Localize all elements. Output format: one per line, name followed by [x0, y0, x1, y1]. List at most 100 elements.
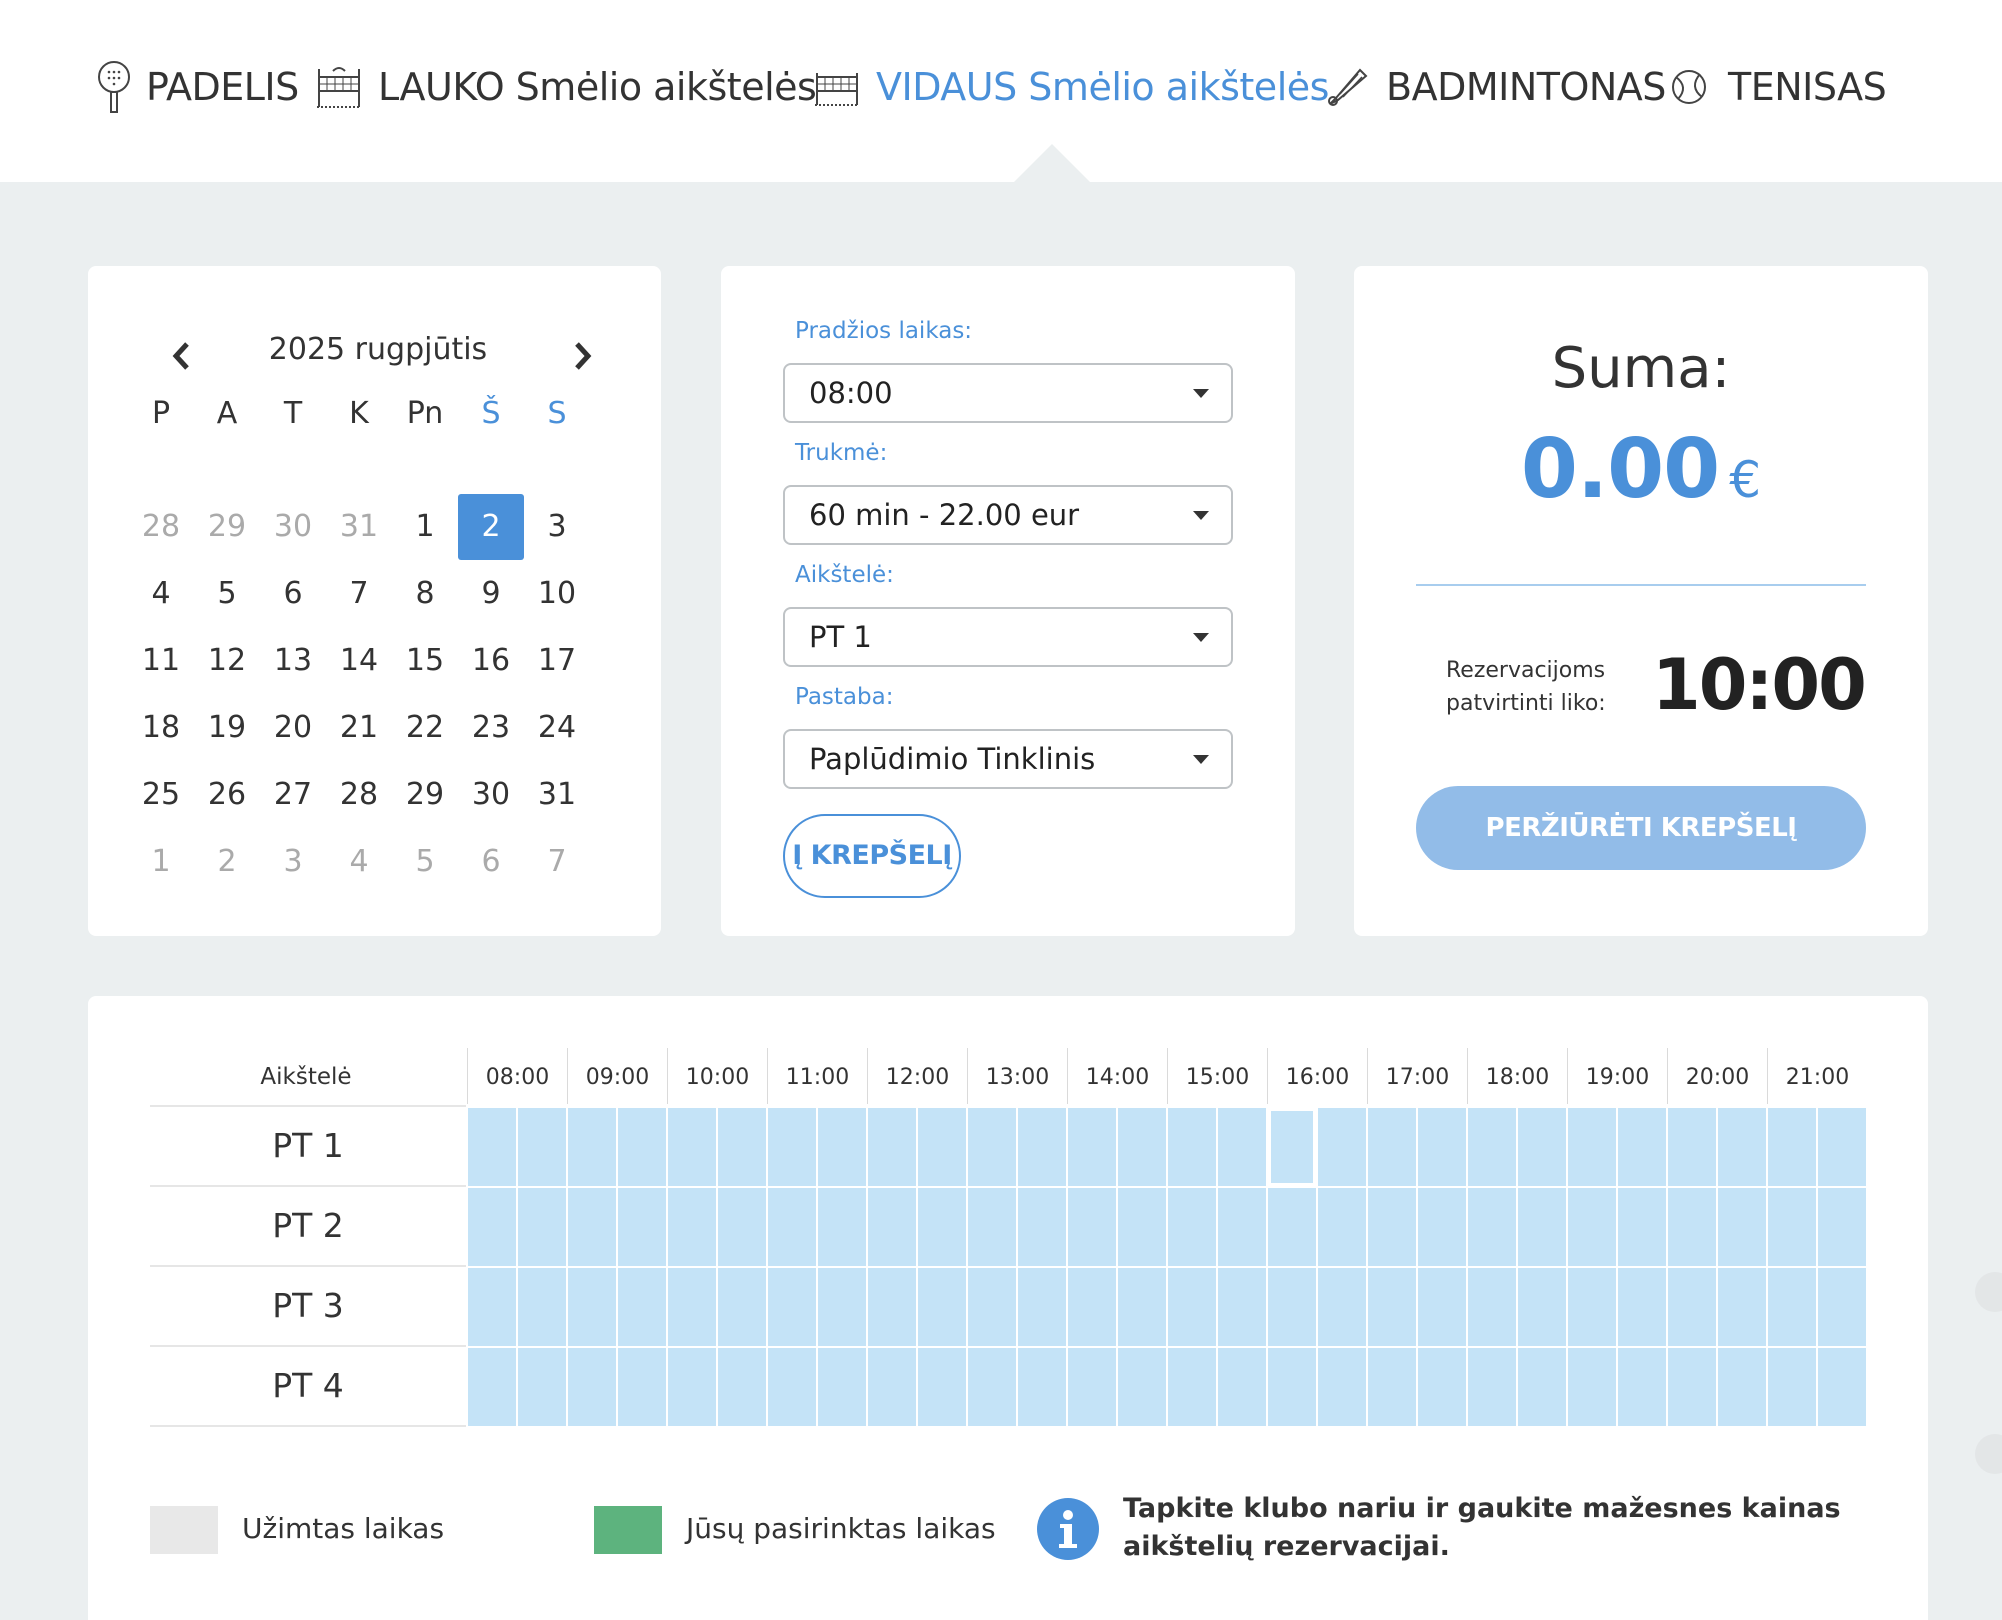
time-slot[interactable] — [1418, 1108, 1466, 1186]
time-slot[interactable] — [968, 1268, 1016, 1346]
calendar-day[interactable]: 13 — [260, 628, 326, 694]
time-slot[interactable] — [1218, 1188, 1266, 1266]
calendar-day[interactable]: 2 — [194, 829, 260, 895]
time-slot[interactable] — [918, 1188, 966, 1266]
time-slot[interactable] — [1718, 1348, 1766, 1426]
time-slot[interactable] — [818, 1188, 866, 1266]
calendar-day[interactable]: 18 — [128, 695, 194, 761]
calendar-day[interactable]: 1 — [128, 829, 194, 895]
time-slot[interactable] — [518, 1348, 566, 1426]
time-slot[interactable] — [1768, 1108, 1816, 1186]
time-slot[interactable] — [1218, 1268, 1266, 1346]
time-slot[interactable] — [968, 1108, 1016, 1186]
time-slot[interactable] — [968, 1348, 1016, 1426]
time-slot[interactable] — [1368, 1188, 1416, 1266]
calendar-day[interactable]: 7 — [524, 829, 590, 895]
time-slot[interactable] — [718, 1348, 766, 1426]
time-slot[interactable] — [1018, 1108, 1066, 1186]
time-slot[interactable] — [868, 1188, 916, 1266]
time-slot[interactable] — [468, 1348, 516, 1426]
calendar-day[interactable]: 4 — [326, 829, 392, 895]
time-slot[interactable] — [1118, 1188, 1166, 1266]
time-slot[interactable] — [1618, 1268, 1666, 1346]
calendar-day[interactable]: 5 — [392, 829, 458, 895]
time-slot[interactable] — [1568, 1108, 1616, 1186]
time-slot[interactable] — [768, 1188, 816, 1266]
calendar-day[interactable]: 8 — [392, 561, 458, 627]
time-slot[interactable] — [1168, 1188, 1216, 1266]
time-slot[interactable] — [1618, 1188, 1666, 1266]
time-slot[interactable] — [1018, 1348, 1066, 1426]
time-slot[interactable] — [1468, 1188, 1516, 1266]
time-slot[interactable] — [1068, 1268, 1116, 1346]
time-slot[interactable] — [768, 1108, 816, 1186]
time-slot[interactable] — [1568, 1348, 1616, 1426]
time-slot[interactable] — [1668, 1268, 1716, 1346]
calendar-day[interactable]: 22 — [392, 695, 458, 761]
time-slot[interactable] — [1068, 1108, 1116, 1186]
time-slot[interactable] — [468, 1108, 516, 1186]
time-slot[interactable] — [1468, 1348, 1516, 1426]
time-slot[interactable] — [818, 1108, 866, 1186]
time-slot[interactable] — [468, 1188, 516, 1266]
calendar-day[interactable]: 14 — [326, 628, 392, 694]
time-slot[interactable] — [768, 1348, 816, 1426]
time-slot[interactable] — [1318, 1108, 1366, 1186]
time-slot[interactable] — [718, 1188, 766, 1266]
time-slot[interactable] — [618, 1268, 666, 1346]
time-slot[interactable] — [1718, 1268, 1766, 1346]
nav-item-badmintonas[interactable]: BADMINTONAS — [1326, 52, 1666, 122]
time-slot[interactable] — [1718, 1108, 1766, 1186]
time-slot[interactable] — [1318, 1268, 1366, 1346]
time-slot[interactable] — [1068, 1348, 1116, 1426]
court-select[interactable]: PT 1 — [783, 607, 1233, 667]
time-slot[interactable] — [1368, 1268, 1416, 1346]
calendar-day[interactable]: 21 — [326, 695, 392, 761]
time-slot[interactable] — [818, 1268, 866, 1346]
calendar-day[interactable]: 1 — [392, 494, 458, 560]
time-slot[interactable] — [1818, 1268, 1866, 1346]
time-slot[interactable] — [668, 1188, 716, 1266]
time-slot[interactable] — [1168, 1108, 1216, 1186]
time-slot[interactable] — [868, 1268, 916, 1346]
calendar-day[interactable]: 11 — [128, 628, 194, 694]
time-slot[interactable] — [518, 1188, 566, 1266]
time-slot[interactable] — [1268, 1108, 1316, 1186]
calendar-day[interactable]: 6 — [458, 829, 524, 895]
time-slot[interactable] — [1068, 1188, 1116, 1266]
time-slot[interactable] — [718, 1268, 766, 1346]
time-slot[interactable] — [1518, 1188, 1566, 1266]
calendar-day[interactable]: 9 — [458, 561, 524, 627]
time-slot[interactable] — [468, 1268, 516, 1346]
add-to-cart-button[interactable]: Į KREPŠELĮ — [783, 814, 961, 898]
time-slot[interactable] — [768, 1268, 816, 1346]
time-slot[interactable] — [1268, 1188, 1316, 1266]
calendar-day[interactable]: 31 — [524, 762, 590, 828]
time-slot[interactable] — [1218, 1108, 1266, 1186]
time-slot[interactable] — [918, 1108, 966, 1186]
time-slot[interactable] — [1818, 1348, 1866, 1426]
time-slot[interactable] — [1518, 1108, 1566, 1186]
calendar-day[interactable]: 4 — [128, 561, 194, 627]
time-slot[interactable] — [1318, 1188, 1366, 1266]
calendar-day[interactable]: 29 — [392, 762, 458, 828]
next-month-button[interactable] — [562, 336, 602, 376]
time-slot[interactable] — [1168, 1268, 1216, 1346]
calendar-day[interactable]: 3 — [524, 494, 590, 560]
time-slot[interactable] — [718, 1108, 766, 1186]
time-slot[interactable] — [1768, 1348, 1816, 1426]
time-slot[interactable] — [1218, 1348, 1266, 1426]
start-time-select[interactable]: 08:00 — [783, 363, 1233, 423]
view-cart-button[interactable]: PERŽIŪRĖTI KREPŠELĮ — [1416, 786, 1866, 870]
prev-month-button[interactable] — [162, 336, 202, 376]
note-select[interactable]: Paplūdimio Tinklinis — [783, 729, 1233, 789]
calendar-day[interactable]: 31 — [326, 494, 392, 560]
time-slot[interactable] — [518, 1108, 566, 1186]
nav-item-tenisas[interactable]: TENISAS — [1670, 52, 1887, 122]
calendar-day[interactable]: 29 — [194, 494, 260, 560]
time-slot[interactable] — [668, 1348, 716, 1426]
time-slot[interactable] — [1118, 1348, 1166, 1426]
time-slot[interactable] — [1568, 1268, 1616, 1346]
time-slot[interactable] — [1418, 1268, 1466, 1346]
calendar-day[interactable]: 25 — [128, 762, 194, 828]
